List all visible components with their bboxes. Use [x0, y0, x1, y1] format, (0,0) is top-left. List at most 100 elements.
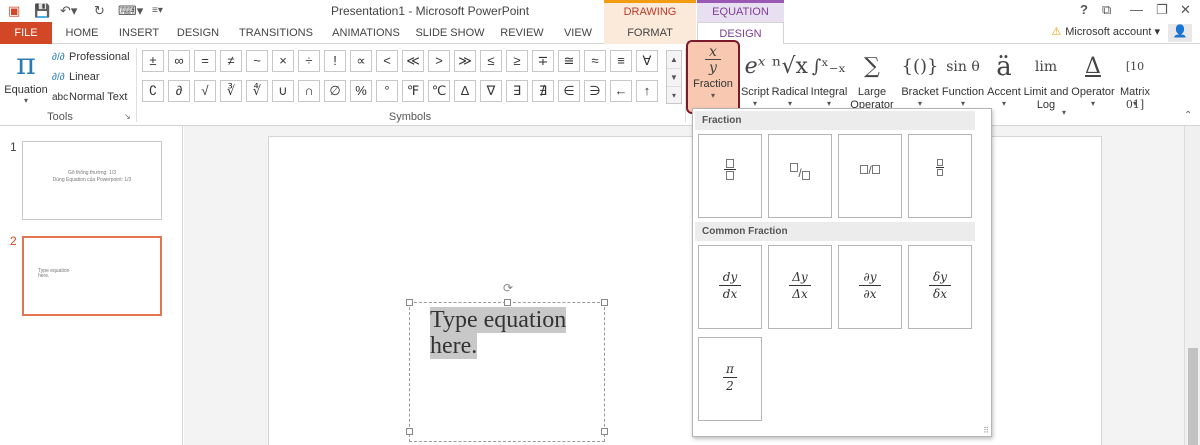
small-delta-y-delta-x-item[interactable]: δy δx: [908, 245, 972, 329]
symbol-button[interactable]: ≈: [584, 50, 606, 72]
symbol-button[interactable]: ∞: [168, 50, 190, 72]
matrix-button[interactable]: [10 01] Matrix ▾: [1116, 48, 1154, 124]
minimize-icon[interactable]: —: [1130, 2, 1143, 17]
tab-insert[interactable]: INSERT: [112, 22, 166, 44]
symbol-button[interactable]: ∇: [480, 80, 502, 102]
vertical-scrollbar[interactable]: [1184, 126, 1200, 445]
account-menu[interactable]: ⚠ Microsoft account ▾: [1051, 25, 1160, 38]
linear-button[interactable]: ∂/∂ Linear: [52, 68, 100, 86]
sum-icon: ∑: [864, 54, 880, 79]
symbol-button[interactable]: ℉: [402, 80, 424, 102]
tab-review[interactable]: REVIEW: [494, 22, 550, 44]
tab-view[interactable]: VIEW: [556, 22, 600, 44]
resize-handle[interactable]: [504, 299, 511, 306]
symbol-button[interactable]: ∩: [298, 80, 320, 102]
stacked-fraction-item[interactable]: [698, 134, 762, 218]
symbol-button[interactable]: °: [376, 80, 398, 102]
symbol-button[interactable]: =: [194, 50, 216, 72]
equation-button[interactable]: π Equation ▾: [4, 48, 48, 108]
symbol-button[interactable]: ∆: [454, 80, 476, 102]
tab-home[interactable]: HOME: [60, 22, 104, 44]
scroll-up-icon[interactable]: ▲: [667, 51, 681, 69]
title-bar: ▣ 💾 ↶▾ ↻ ⌨▾ ≡▾ Presentation1 - Microsoft…: [0, 0, 1200, 36]
tab-transitions[interactable]: TRANSITIONS: [232, 22, 320, 44]
symbol-button[interactable]: ≡: [610, 50, 632, 72]
tab-slide-show[interactable]: SLIDE SHOW: [412, 22, 488, 44]
operator-button[interactable]: Δ Operator ▾: [1070, 48, 1116, 124]
symbol-button[interactable]: ∋: [584, 80, 606, 102]
symbol-button[interactable]: √: [194, 80, 216, 102]
ribbon-display-icon[interactable]: ⧉: [1102, 2, 1111, 18]
scroll-down-icon[interactable]: ▼: [667, 69, 681, 87]
symbols-scroll[interactable]: ▲ ▼ ▾: [666, 50, 682, 104]
skewed-fraction-item[interactable]: /: [768, 134, 832, 218]
delta-y-delta-x-item[interactable]: Δy Δx: [768, 245, 832, 329]
symbol-button[interactable]: ∪: [272, 80, 294, 102]
symbol-button[interactable]: ∜: [246, 80, 268, 102]
collapse-ribbon-icon[interactable]: ⌃: [1184, 110, 1192, 121]
symbol-button[interactable]: ∃: [506, 80, 528, 102]
pi-over-2-item[interactable]: π2: [698, 337, 762, 421]
tab-animations[interactable]: ANIMATIONS: [324, 22, 408, 44]
symbol-button[interactable]: ℃: [428, 80, 450, 102]
tab-design[interactable]: DESIGN: [170, 22, 226, 44]
linear-fraction-item[interactable]: /: [838, 134, 902, 218]
symbol-button[interactable]: ×: [272, 50, 294, 72]
symbol-button[interactable]: >: [428, 50, 450, 72]
symbol-button[interactable]: ≥: [506, 50, 528, 72]
symbol-button[interactable]: ~: [246, 50, 268, 72]
symbol-button[interactable]: ∈: [558, 80, 580, 102]
slide-thumbnail-1[interactable]: Gõ thông thường: 1/3 Dùng Equation của P…: [22, 141, 162, 220]
tab-format[interactable]: FORMAT: [604, 22, 696, 44]
professional-button[interactable]: ∂/∂ Professional: [52, 48, 130, 66]
customize-qat-icon[interactable]: ≡▾: [152, 2, 163, 20]
dy-dx-item[interactable]: dy dx: [698, 245, 762, 329]
close-icon[interactable]: ✕: [1180, 2, 1191, 18]
save-icon[interactable]: 💾: [34, 2, 50, 20]
small-fraction-item[interactable]: [908, 134, 972, 218]
resize-handle[interactable]: [601, 428, 608, 435]
symbol-button[interactable]: ≤: [480, 50, 502, 72]
symbol-button[interactable]: ∛: [220, 80, 242, 102]
redo-icon[interactable]: ↻: [94, 2, 105, 20]
symbol-button[interactable]: ∂: [168, 80, 190, 102]
equation-placeholder[interactable]: Type equation here.: [430, 307, 567, 359]
resize-handle[interactable]: [406, 299, 413, 306]
avatar[interactable]: 👤: [1168, 24, 1192, 42]
help-button[interactable]: ?: [1080, 2, 1088, 17]
slide-thumbnail-2[interactable]: Type equation here.: [22, 236, 162, 316]
start-from-beginning-icon[interactable]: ⌨▾: [118, 2, 143, 20]
symbol-button[interactable]: ∄: [532, 80, 554, 102]
scrollbar-thumb[interactable]: [1188, 348, 1198, 445]
symbol-button[interactable]: ←: [610, 80, 632, 102]
rotate-handle-icon[interactable]: ⟳: [503, 281, 513, 295]
symbol-button[interactable]: <: [376, 50, 398, 72]
symbol-button[interactable]: ∁: [142, 80, 164, 102]
fraction-button[interactable]: xy Fraction ▾: [686, 40, 740, 114]
restore-icon[interactable]: ❐: [1156, 2, 1168, 18]
resize-handle[interactable]: [406, 428, 413, 435]
partial-y-partial-x-item[interactable]: ∂y ∂x: [838, 245, 902, 329]
symbol-button[interactable]: ÷: [298, 50, 320, 72]
symbol-button[interactable]: ∀: [636, 50, 658, 72]
symbol-button[interactable]: ≫: [454, 50, 476, 72]
symbol-button[interactable]: ∓: [532, 50, 554, 72]
normal-text-button[interactable]: abcNormal Text: [52, 88, 127, 106]
symbol-button[interactable]: ≅: [558, 50, 580, 72]
symbol-button[interactable]: !: [324, 50, 346, 72]
symbol-button[interactable]: ≪: [402, 50, 424, 72]
dialog-launcher-icon[interactable]: ↘: [124, 112, 131, 121]
equation-text-box[interactable]: ⟳ Type equation here.: [406, 281, 608, 442]
symbol-button[interactable]: ≠: [220, 50, 242, 72]
symbol-button[interactable]: %: [350, 80, 372, 102]
more-icon[interactable]: ▾: [667, 87, 681, 105]
undo-icon[interactable]: ↶▾: [60, 2, 77, 20]
resize-handle[interactable]: [601, 299, 608, 306]
symbol-button[interactable]: ∅: [324, 80, 346, 102]
resize-grip-icon[interactable]: ⠿: [983, 426, 989, 435]
tab-file[interactable]: FILE: [0, 22, 52, 44]
symbol-button[interactable]: ∝: [350, 50, 372, 72]
limit-log-button[interactable]: lim Limit and Log ▾: [1022, 48, 1070, 124]
symbol-button[interactable]: ↑: [636, 80, 658, 102]
symbol-button[interactable]: ±: [142, 50, 164, 72]
